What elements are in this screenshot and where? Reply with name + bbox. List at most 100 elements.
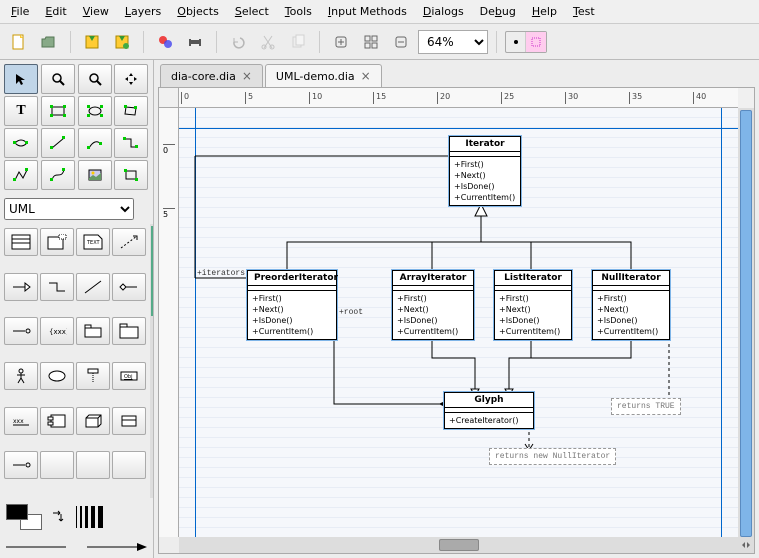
bezier-tool[interactable]: [41, 160, 75, 190]
uml-note-shape[interactable]: TEXT: [76, 228, 110, 256]
snap-grid-toggle[interactable]: [505, 31, 547, 53]
menu-file[interactable]: File: [4, 2, 36, 21]
polyline-tool[interactable]: [4, 160, 38, 190]
open-file-button[interactable]: [36, 29, 62, 55]
sheet-selector[interactable]: UML: [4, 198, 149, 220]
text-tool[interactable]: T: [4, 96, 38, 126]
zoom-fit-button[interactable]: [358, 29, 384, 55]
zigzag-tool[interactable]: [114, 128, 148, 158]
uml-more1-shape[interactable]: [40, 451, 74, 479]
assoc-root-label: +root: [339, 308, 363, 317]
uml-note-returns-null[interactable]: returns new NullIterator: [489, 448, 616, 465]
toolbox-scrollbar[interactable]: [150, 224, 153, 498]
svg-text:TEXT: TEXT: [86, 240, 101, 246]
uml-class-array[interactable]: ArrayIterator +First() +Next() +IsDone()…: [392, 270, 474, 340]
uml-implements-shape[interactable]: [4, 317, 38, 345]
uml-actor-shape[interactable]: [4, 362, 38, 390]
uml-class-glyph[interactable]: Glyph +CreateIterator(): [444, 392, 534, 429]
uml-dependency-shape[interactable]: [112, 228, 146, 256]
new-file-button[interactable]: [6, 29, 32, 55]
export-button[interactable]: [152, 29, 178, 55]
ellipse-tool[interactable]: [78, 96, 112, 126]
uml-state-shape[interactable]: [4, 451, 38, 479]
menu-test[interactable]: Test: [566, 2, 602, 21]
copy-button[interactable]: [285, 29, 311, 55]
uml-largepackage-shape[interactable]: [112, 317, 146, 345]
menu-debug[interactable]: Debug: [473, 2, 523, 21]
tab-uml-demo[interactable]: UML-demo.dia×: [265, 64, 382, 87]
polygon-tool[interactable]: [114, 96, 148, 126]
menu-help[interactable]: Help: [525, 2, 564, 21]
menu-tools[interactable]: Tools: [278, 2, 319, 21]
uml-node-shape[interactable]: [76, 407, 110, 435]
menu-layers[interactable]: Layers: [118, 2, 168, 21]
menu-dialogs[interactable]: Dialogs: [416, 2, 471, 21]
uml-aggregation-shape[interactable]: [112, 273, 146, 301]
uml-smallpackage-shape[interactable]: [76, 317, 110, 345]
document-tabs: dia-core.dia× UML-demo.dia×: [154, 60, 759, 87]
uml-constraint-shape[interactable]: {xxx}: [40, 317, 74, 345]
assoc-iterators-label: +iterators: [197, 269, 245, 278]
menu-objects[interactable]: Objects: [170, 2, 226, 21]
vertical-scrollbar[interactable]: [738, 108, 754, 537]
uml-more2-shape[interactable]: [76, 451, 110, 479]
svg-text:xxx: xxx: [13, 418, 24, 425]
arc-tool[interactable]: [78, 128, 112, 158]
horizontal-scrollbar[interactable]: [179, 537, 738, 553]
scroll-tool[interactable]: [114, 64, 148, 94]
menu-view[interactable]: View: [76, 2, 116, 21]
horizontal-ruler: 0 5 10 15 20 25 30 35 40: [179, 88, 738, 108]
svg-text:Obj: Obj: [124, 374, 133, 380]
print-button[interactable]: [182, 29, 208, 55]
cut-button[interactable]: [255, 29, 281, 55]
menu-input-methods[interactable]: Input Methods: [321, 2, 414, 21]
uml-usecase-shape[interactable]: [40, 362, 74, 390]
linewidth-selector[interactable]: [72, 506, 107, 528]
zoom-in-button[interactable]: [328, 29, 354, 55]
uml-class-preorder[interactable]: PreorderIterator +First() +Next() +IsDon…: [247, 270, 337, 340]
line-end-style[interactable]: [87, 542, 147, 552]
save-as-button[interactable]: [109, 29, 135, 55]
menu-edit[interactable]: Edit: [38, 2, 73, 21]
line-start-style[interactable]: [6, 542, 66, 552]
outline-tool[interactable]: [114, 160, 148, 190]
uml-template-shape[interactable]: [40, 228, 74, 256]
uml-association-shape[interactable]: [76, 273, 110, 301]
menubar: File Edit View Layers Objects Select Too…: [0, 0, 759, 24]
save-button[interactable]: [79, 29, 105, 55]
swap-colors-icon[interactable]: [50, 510, 64, 524]
uml-class-list[interactable]: ListIterator +First() +Next() +IsDone() …: [494, 270, 572, 340]
close-tab-icon[interactable]: ×: [242, 69, 252, 83]
uml-lifeline-shape[interactable]: [76, 362, 110, 390]
undo-button[interactable]: [225, 29, 251, 55]
toolbox: T UML TEXT: [0, 60, 154, 558]
box-tool[interactable]: [41, 96, 75, 126]
close-tab-icon[interactable]: ×: [361, 69, 371, 83]
color-swatch[interactable]: [6, 504, 42, 530]
uml-class-shape[interactable]: [4, 228, 38, 256]
image-tool[interactable]: [78, 160, 112, 190]
main-toolbar: 64%: [0, 24, 759, 60]
zoom-select[interactable]: 64%: [418, 30, 488, 54]
zoom-out-button[interactable]: [388, 29, 414, 55]
uml-message-shape[interactable]: xxx: [4, 407, 38, 435]
uml-realizes-shape[interactable]: [4, 273, 38, 301]
uml-object-shape[interactable]: Obj: [112, 362, 146, 390]
uml-generalization-shape[interactable]: [40, 273, 74, 301]
pointer-tool[interactable]: [4, 64, 38, 94]
beziergon-tool[interactable]: [4, 128, 38, 158]
tab-dia-core[interactable]: dia-core.dia×: [160, 64, 263, 87]
zoom-tool[interactable]: [41, 64, 75, 94]
line-tool[interactable]: [41, 128, 75, 158]
uml-classicon-shape[interactable]: [112, 407, 146, 435]
vertical-ruler: 0 5: [159, 108, 179, 537]
uml-class-iterator[interactable]: Iterator +First() +Next() +IsDone() +Cur…: [449, 136, 521, 206]
uml-component-shape[interactable]: [40, 407, 74, 435]
diagram-canvas[interactable]: +iterators +root Iterator +First() +Next…: [179, 108, 738, 537]
uml-note-returns-true[interactable]: returns TRUE: [611, 398, 681, 415]
magnify-tool[interactable]: [78, 64, 112, 94]
uml-more3-shape[interactable]: [112, 451, 146, 479]
uml-class-null[interactable]: NullIterator +First() +Next() +IsDone() …: [592, 270, 670, 340]
menu-select[interactable]: Select: [228, 2, 276, 21]
nav-corner[interactable]: [738, 537, 754, 553]
